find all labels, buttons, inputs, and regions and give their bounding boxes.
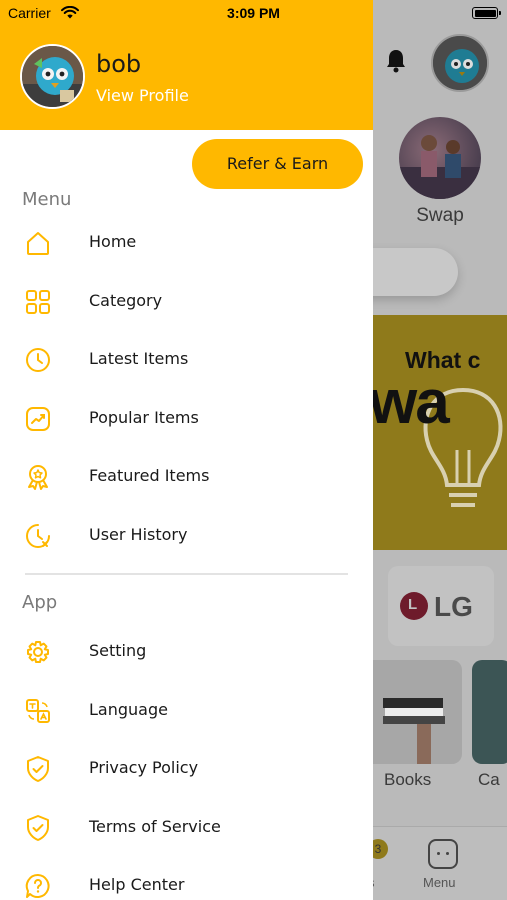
books-label: Books — [384, 770, 432, 789]
menu-label-home: Home — [89, 232, 137, 251]
menu-label-help-center: Help Center — [89, 875, 185, 894]
history-icon — [23, 521, 53, 551]
profile-avatar[interactable] — [20, 44, 85, 109]
menu-label-privacy-policy: Privacy Policy — [89, 758, 199, 777]
promo-banner: What c wa — [373, 315, 507, 550]
menu-item-terms-of-service[interactable]: Terms of Service — [0, 803, 373, 853]
bell-icon — [387, 50, 405, 73]
swap-category-image — [399, 117, 481, 199]
view-profile-link[interactable]: View Profile — [96, 86, 189, 105]
home-icon — [23, 228, 53, 258]
brand-logo-text: LG — [434, 591, 473, 622]
clock-time: 3:09 PM — [227, 5, 280, 21]
menu-label-latest-items: Latest Items — [89, 349, 189, 368]
profile-name: bob — [96, 50, 142, 78]
shield-check-icon — [23, 754, 53, 784]
swap-label: Swap — [416, 205, 464, 226]
menu-item-home[interactable]: Home — [0, 218, 373, 268]
status-bar: Carrier 3:09 PM — [0, 0, 507, 26]
menu-item-user-history[interactable]: User History — [0, 511, 373, 561]
menu-tab-label: Menu — [423, 875, 456, 890]
category-icon — [23, 287, 53, 317]
menu-item-popular-items[interactable]: Popular Items — [0, 394, 373, 444]
menu-item-category[interactable]: Category — [0, 277, 373, 327]
books-category-image — [373, 660, 462, 764]
menu-label-user-history: User History — [89, 525, 188, 544]
camera-label: Ca — [478, 770, 500, 789]
refer-earn-button[interactable]: Refer & Earn — [192, 139, 363, 189]
menu-label-category: Category — [89, 291, 163, 310]
banner-big-text: wa — [373, 368, 450, 437]
menu-label-language: Language — [89, 700, 168, 719]
menu-item-language[interactable]: Language — [0, 686, 373, 736]
brand-card: LG — [388, 566, 494, 646]
help-icon — [23, 871, 53, 900]
menu-item-setting[interactable]: Setting — [0, 627, 373, 677]
gear-icon — [23, 637, 53, 667]
section-divider — [25, 573, 348, 575]
menu-item-featured-items[interactable]: Featured Items — [0, 452, 373, 502]
menu-label-featured-items: Featured Items — [89, 466, 210, 485]
battery-icon — [472, 7, 501, 19]
clock-icon — [23, 345, 53, 375]
trending-icon — [23, 404, 53, 434]
menu-label-terms-of-service: Terms of Service — [89, 817, 221, 836]
navigation-drawer: bob View Profile Refer & Earn Menu Home … — [0, 0, 373, 900]
menu-item-latest-items[interactable]: Latest Items — [0, 335, 373, 385]
menu-item-help-center[interactable]: Help Center — [0, 861, 373, 900]
app-section-title: App — [22, 592, 58, 613]
award-icon — [23, 462, 53, 492]
camera-category-image — [472, 660, 507, 764]
translate-icon — [23, 696, 53, 726]
menu-section-title: Menu — [22, 189, 72, 210]
lg-logo-icon — [400, 592, 428, 620]
menu-tab-icon — [428, 839, 458, 869]
menu-label-popular-items: Popular Items — [89, 408, 199, 427]
shield-check-icon — [23, 813, 53, 843]
menu-label-setting: Setting — [89, 641, 147, 660]
header-avatar — [431, 34, 489, 92]
menu-item-privacy-policy[interactable]: Privacy Policy — [0, 744, 373, 794]
